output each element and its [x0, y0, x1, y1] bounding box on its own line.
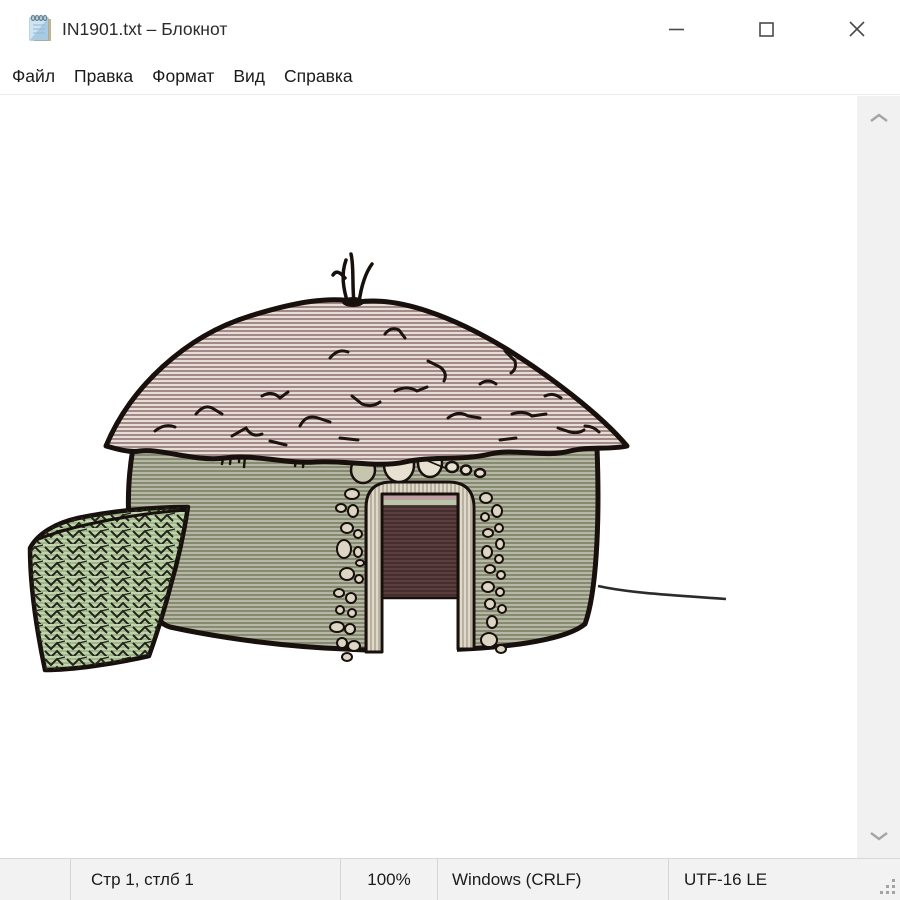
menu-format[interactable]: Формат — [152, 66, 214, 87]
woven-mat — [30, 507, 188, 670]
roof-topknot — [333, 254, 372, 304]
close-icon — [847, 19, 867, 39]
window-title: IN1901.txt – Блокнот — [62, 0, 227, 58]
menu-help[interactable]: Справка — [284, 66, 353, 87]
status-line-ending: Windows (CRLF) — [437, 859, 668, 900]
hut-illustration — [0, 96, 857, 858]
hut-roof — [106, 300, 627, 465]
notepad-window: IN1901.txt – Блокнот Файл Правка Формат … — [0, 0, 900, 900]
scroll-down-button[interactable] — [857, 816, 900, 856]
maximize-icon — [757, 20, 776, 39]
statusbar: Стр 1, стлб 1 100% Windows (CRLF) UTF-16… — [0, 858, 900, 900]
menu-file[interactable]: Файл — [12, 66, 55, 87]
minimize-button[interactable] — [645, 0, 707, 58]
resize-grip[interactable] — [879, 878, 897, 896]
status-cursor-position: Стр 1, стлб 1 — [70, 859, 340, 900]
maximize-button[interactable] — [735, 0, 797, 58]
status-encoding: UTF-16 LE — [668, 859, 900, 900]
menu-edit[interactable]: Правка — [74, 66, 133, 87]
titlebar: IN1901.txt – Блокнот — [0, 0, 900, 58]
close-button[interactable] — [826, 0, 888, 58]
editor-area[interactable] — [0, 96, 857, 858]
menubar: Файл Правка Формат Вид Справка — [0, 58, 900, 95]
notepad-app-icon — [26, 14, 54, 44]
menu-view[interactable]: Вид — [233, 66, 265, 87]
status-zoom-level: 100% — [340, 859, 437, 900]
ground-line — [598, 586, 726, 599]
chevron-up-icon — [866, 112, 892, 124]
minimize-icon — [667, 20, 686, 39]
scroll-up-button[interactable] — [857, 98, 900, 138]
vertical-scrollbar[interactable] — [857, 96, 900, 858]
chevron-down-icon — [866, 830, 892, 842]
status-spacer — [0, 859, 70, 900]
